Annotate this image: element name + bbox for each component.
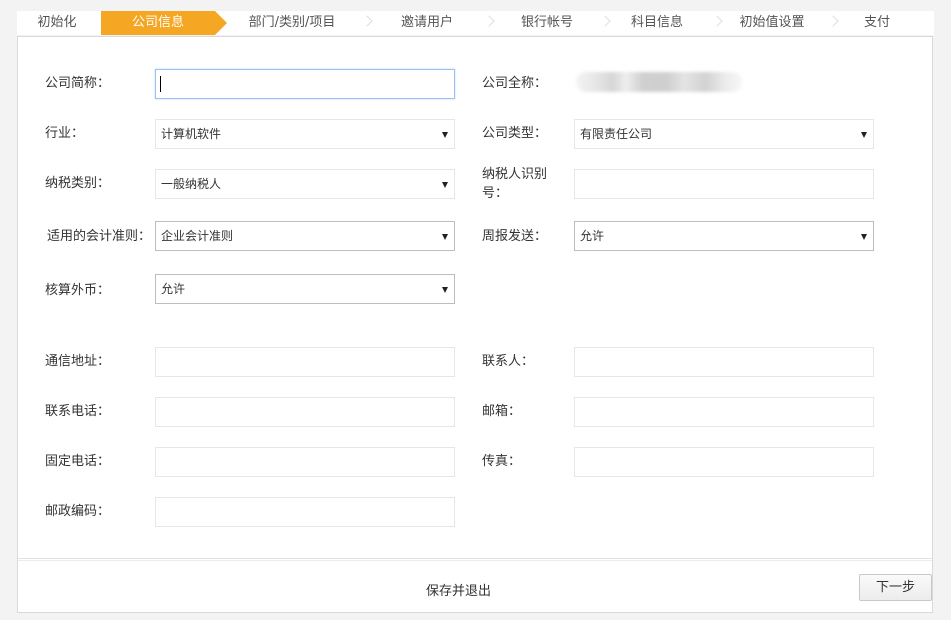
text-cursor	[160, 76, 161, 92]
dropdown-arrow-icon	[861, 234, 867, 240]
taxpayer-type-select[interactable]: 一般纳税人	[155, 169, 455, 199]
taxpayer-type-label: 纳税类别：	[45, 176, 111, 191]
step-payment[interactable]: 支付	[837, 11, 917, 35]
company-type-label: 公司类型：	[482, 126, 548, 141]
fax-input[interactable]	[574, 447, 874, 477]
taxpayer-id-label-line2: 号：	[482, 186, 509, 201]
taxpayer-id-input[interactable]	[574, 169, 874, 199]
email-input[interactable]	[574, 397, 874, 427]
industry-select[interactable]: 计算机软件	[155, 119, 455, 149]
dropdown-arrow-icon	[442, 132, 448, 138]
company-type-select[interactable]: 有限责任公司	[574, 119, 874, 149]
step-progress-bar: 初始化 公司信息 部门/类别/项目 邀请用户 银行帐号 科目信息 初始值设置 支…	[17, 11, 934, 35]
postcode-label: 邮政编码：	[45, 504, 111, 519]
dropdown-arrow-icon	[442, 234, 448, 240]
short-name-input[interactable]	[155, 69, 455, 99]
step-company-info[interactable]: 公司信息	[101, 11, 215, 35]
footer-divider	[18, 560, 932, 561]
active-step-arrow	[215, 11, 227, 35]
step-invite-users[interactable]: 邀请用户	[377, 11, 477, 35]
footer-divider	[18, 558, 932, 559]
address-input[interactable]	[155, 347, 455, 377]
phone-input[interactable]	[155, 397, 455, 427]
dropdown-arrow-icon	[861, 132, 867, 138]
full-name-value-redacted	[576, 72, 742, 92]
step-bank-account[interactable]: 银行帐号	[497, 11, 597, 35]
step-init[interactable]: 初始化	[17, 11, 97, 35]
foreign-currency-select[interactable]: 允许	[155, 274, 455, 304]
next-step-button[interactable]: 下一步	[859, 574, 932, 601]
email-label: 邮箱：	[482, 404, 522, 419]
fax-label: 传真：	[482, 454, 522, 469]
chevron-right-icon	[711, 15, 723, 27]
chevron-right-icon	[361, 15, 373, 27]
industry-label: 行业：	[45, 126, 85, 141]
postcode-input[interactable]	[155, 497, 455, 527]
step-accounts[interactable]: 科目信息	[607, 11, 707, 35]
chevron-right-icon	[483, 15, 495, 27]
landline-label: 固定电话：	[45, 454, 111, 469]
step-departments[interactable]: 部门/类别/项目	[227, 11, 357, 35]
contact-input[interactable]	[574, 347, 874, 377]
accounting-standard-label: 适用的会计准则：	[47, 229, 152, 244]
foreign-currency-label: 核算外币：	[45, 283, 111, 298]
dropdown-arrow-icon	[442, 287, 448, 293]
short-name-label: 公司简称：	[45, 76, 111, 91]
accounting-standard-select[interactable]: 企业会计准则	[155, 221, 455, 251]
dropdown-arrow-icon	[442, 182, 448, 188]
weekly-report-select[interactable]: 允许	[574, 221, 874, 251]
weekly-report-label: 周报发送：	[482, 229, 548, 244]
step-initial-values[interactable]: 初始值设置	[722, 11, 822, 35]
landline-input[interactable]	[155, 447, 455, 477]
address-label: 通信地址：	[45, 354, 111, 369]
full-name-label: 公司全称：	[482, 76, 548, 91]
save-and-exit-link[interactable]: 保存并退出	[426, 580, 491, 599]
contact-label: 联系人：	[482, 354, 535, 369]
phone-label: 联系电话：	[45, 404, 111, 419]
taxpayer-id-label-line1: 纳税人识别	[482, 167, 548, 182]
